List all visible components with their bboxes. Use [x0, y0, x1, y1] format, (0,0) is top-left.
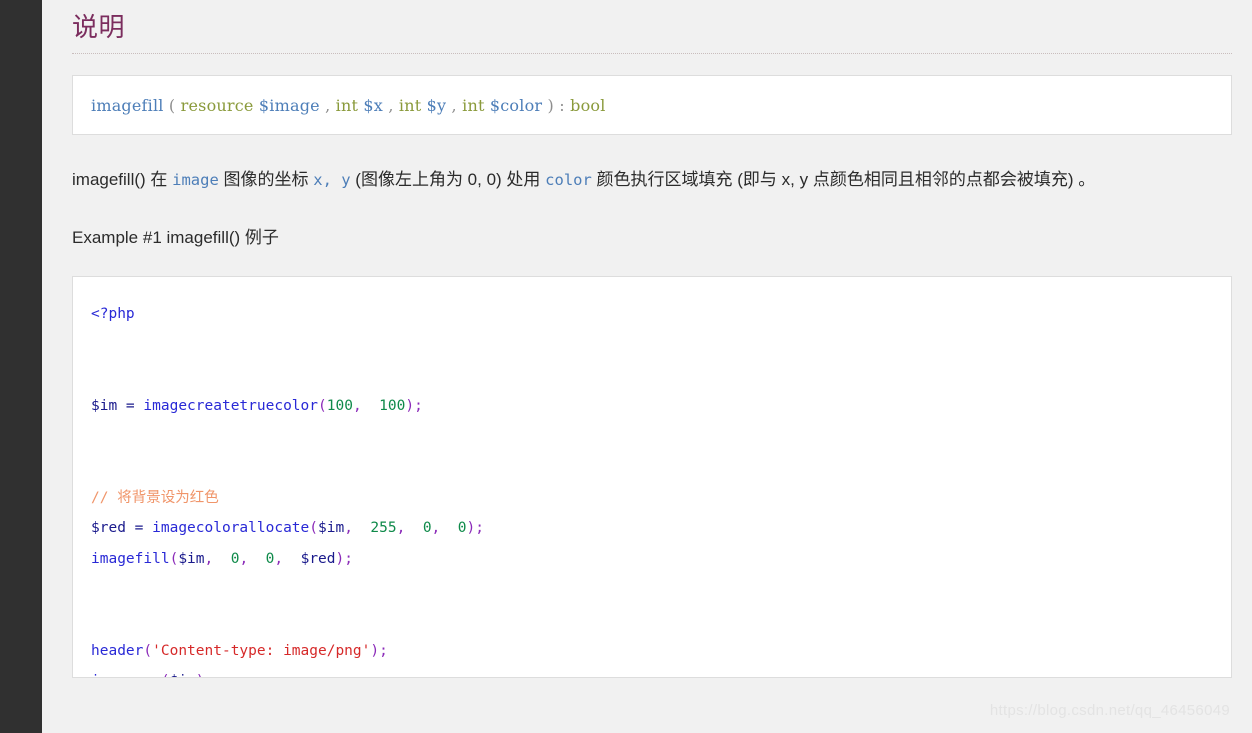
- code-token: imagefill: [91, 550, 170, 567]
- csdn-watermark: https://blog.csdn.net/qq_46456049: [989, 702, 1230, 719]
- page-root: 说明 imagefill ( resource $image , int $x …: [0, 0, 1252, 733]
- code-token: =: [117, 397, 144, 414]
- signature-param-name: $image: [258, 95, 320, 115]
- signature-comma: ,: [319, 95, 336, 115]
- heading-divider: [72, 53, 1232, 55]
- signature-param-type: int: [335, 95, 359, 115]
- code-token: ,: [352, 397, 371, 414]
- signature-colon: :: [559, 95, 571, 115]
- code-token: ;: [344, 550, 353, 567]
- code-token: <?php: [91, 305, 135, 322]
- code-token: ;: [475, 520, 484, 537]
- signature-param-type: int: [398, 95, 422, 115]
- description-text: 颜色执行区域填充 (即与 x, y 点颜色相同且相邻的点都会被填充) 。: [591, 170, 1096, 190]
- php-code-listing: <?php $im = imagecreatetruecolor(100, 10…: [91, 299, 1213, 677]
- code-token: 0: [422, 520, 432, 537]
- signature-param-name: $x: [363, 95, 384, 115]
- inline-code: x, y: [313, 171, 351, 190]
- left-dark-rail: [0, 0, 42, 733]
- code-token: imagecreatetruecolor: [143, 397, 319, 414]
- main-content-column: 说明 imagefill ( resource $image , int $x …: [42, 0, 1252, 733]
- code-line: imagefill($im, 0, 0, $red);: [91, 544, 1213, 575]
- code-token: 255: [370, 520, 397, 537]
- code-token: $im: [318, 520, 345, 537]
- signature-return-type: bool: [570, 95, 606, 115]
- code-line: $red = imagecolorallocate($im, 255, 0, 0…: [91, 513, 1213, 544]
- code-line: $im = imagecreatetruecolor(100, 100);: [91, 391, 1213, 422]
- example-heading: Example #1 imagefill() 例子: [72, 228, 279, 248]
- inline-code: color: [545, 171, 592, 190]
- code-token: 100: [326, 397, 353, 414]
- inline-code: image: [172, 171, 219, 190]
- description-text: 图像的坐标: [218, 170, 314, 190]
- code-token: ,: [204, 550, 231, 567]
- code-token: 100: [370, 397, 406, 414]
- function-description: imagefill() 在 image 图像的坐标 x, y (图像左上角为 0…: [72, 164, 1232, 196]
- code-token: imagepng: [91, 673, 161, 677]
- description-text: (图像左上角为 0, 0) 处用: [350, 170, 546, 190]
- code-token: imagecolorallocate: [152, 520, 310, 537]
- code-token: $im: [178, 550, 205, 567]
- function-signature-panel: imagefill ( resource $image , int $x , i…: [72, 75, 1232, 136]
- code-token: (: [309, 520, 318, 537]
- code-token: ,: [274, 550, 301, 567]
- signature-method-name: imagefill: [91, 95, 164, 115]
- code-token: (: [161, 673, 170, 677]
- signature-comma: ,: [383, 95, 399, 115]
- code-token: // 将背景设为红色: [91, 489, 219, 506]
- code-token: (: [143, 642, 153, 659]
- code-token: ): [196, 673, 205, 677]
- code-token: ,: [239, 550, 266, 567]
- code-token: ;: [205, 673, 214, 677]
- page-title: 说明: [72, 12, 126, 42]
- code-token: ): [335, 550, 345, 567]
- signature-param-name: $color: [489, 95, 543, 115]
- code-token: 'Content-type: image/png': [152, 642, 371, 659]
- code-line: imagepng($im);: [91, 666, 1213, 677]
- code-token: (: [169, 550, 179, 567]
- signature-open-paren: (: [163, 95, 181, 115]
- code-token: =: [125, 520, 153, 537]
- code-token: ;: [414, 397, 423, 414]
- code-token: ;: [379, 642, 388, 659]
- code-token: ,: [344, 520, 371, 537]
- code-line: <?php: [91, 299, 1213, 330]
- code-token: $red: [91, 520, 126, 537]
- code-token: $im: [170, 673, 196, 677]
- signature-close-paren: ): [542, 95, 560, 115]
- signature-comma: ,: [446, 95, 463, 115]
- code-token: (: [318, 397, 327, 414]
- signature-param-type: resource: [180, 95, 254, 115]
- code-token: ): [370, 642, 380, 659]
- code-token: ): [405, 397, 415, 414]
- code-token: ): [466, 520, 476, 537]
- code-token: header: [91, 642, 144, 659]
- code-token: ,: [431, 520, 458, 537]
- signature-param-type: int: [462, 95, 485, 115]
- code-line: // 将背景设为红色: [91, 483, 1213, 514]
- code-line: header('Content-type: image/png');: [91, 636, 1213, 667]
- function-signature: imagefill ( resource $image , int $x , i…: [91, 96, 606, 115]
- code-token: ,: [396, 520, 423, 537]
- code-token: $im: [91, 397, 118, 414]
- example-code-panel: <?php $im = imagecreatetruecolor(100, 10…: [72, 275, 1232, 678]
- signature-param-name: $y: [426, 95, 447, 115]
- code-token: $red: [300, 550, 336, 567]
- description-text: imagefill() 在: [72, 170, 173, 190]
